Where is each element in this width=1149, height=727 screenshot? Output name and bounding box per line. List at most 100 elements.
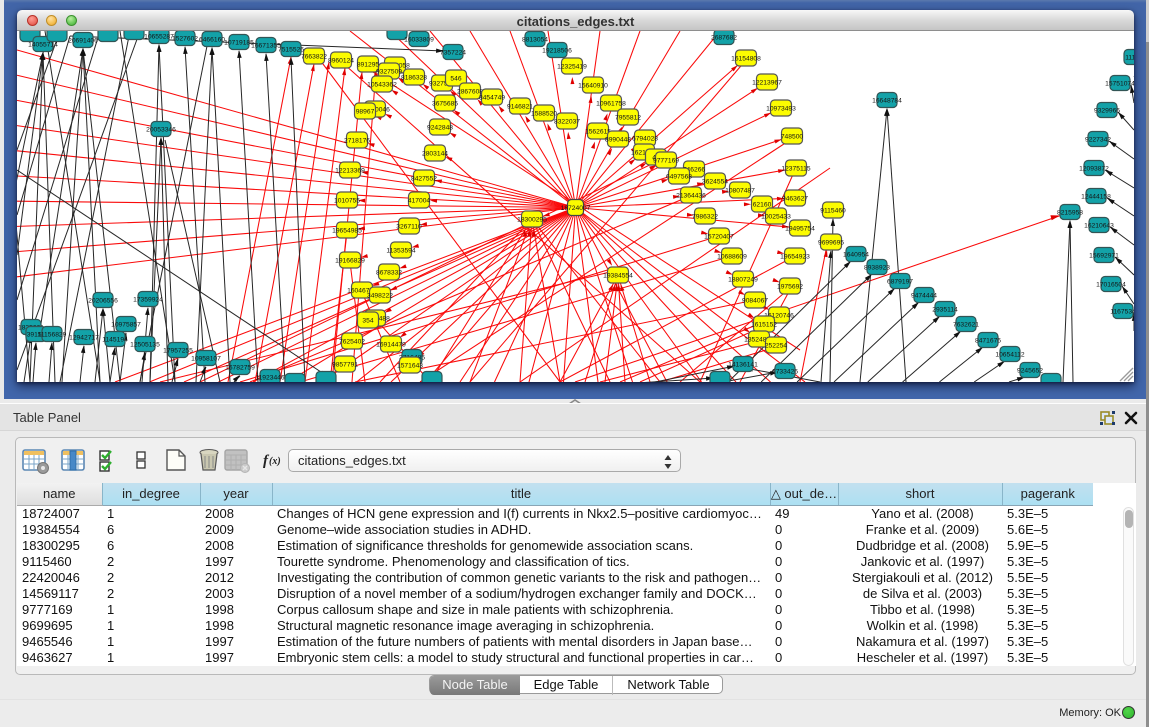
svg-text:14136141: 14136141 <box>728 361 758 368</box>
svg-text:10975857: 10975857 <box>111 321 141 328</box>
svg-text:9227342: 9227342 <box>1085 136 1111 143</box>
svg-text:1640954: 1640954 <box>843 251 869 258</box>
svg-text:1571643: 1571643 <box>397 362 423 369</box>
svg-text:1145194: 1145194 <box>102 336 128 343</box>
svg-text:7625402: 7625402 <box>339 338 365 345</box>
svg-text:9327509: 9327509 <box>376 68 402 75</box>
svg-text:1167534: 1167534 <box>1110 308 1134 315</box>
svg-text:7515526: 7515526 <box>278 46 304 53</box>
svg-text:10543362: 10543362 <box>367 81 397 88</box>
svg-text:16914479: 16914479 <box>376 341 406 348</box>
svg-text:11121: 11121 <box>1125 54 1134 61</box>
svg-text:12325419: 12325419 <box>557 63 587 70</box>
svg-text:3624554: 3624554 <box>702 178 728 185</box>
svg-text:10973493: 10973493 <box>766 105 796 112</box>
svg-text:20053346: 20053346 <box>146 126 176 133</box>
svg-text:6794028: 6794028 <box>632 135 658 142</box>
svg-text:20691406: 20691406 <box>68 37 98 44</box>
svg-text:16671355: 16671355 <box>251 42 281 49</box>
svg-text:8678332: 8678332 <box>376 269 402 276</box>
svg-text:14055714: 14055714 <box>28 41 58 48</box>
svg-text:21364436: 21364436 <box>676 192 706 199</box>
svg-text:19384554: 19384554 <box>603 272 633 279</box>
svg-text:15751074: 15751074 <box>1105 80 1134 87</box>
svg-text:9245652: 9245652 <box>1017 367 1043 374</box>
svg-text:(x): (x) <box>269 456 281 467</box>
svg-text:20206556: 20206556 <box>88 297 118 304</box>
svg-text:3267110: 3267110 <box>396 223 422 230</box>
svg-text:9329966: 9329966 <box>1094 107 1120 114</box>
svg-text:2935114: 2935114 <box>932 306 958 313</box>
svg-text:891295: 891295 <box>357 61 380 68</box>
svg-text:17359924: 17359924 <box>133 296 163 303</box>
svg-text:6879197: 6879197 <box>887 278 913 285</box>
svg-text:12505135: 12505135 <box>130 341 160 348</box>
svg-text:18300295: 18300295 <box>517 216 547 223</box>
svg-text:7955812: 7955812 <box>615 114 641 121</box>
svg-text:3675685: 3675685 <box>432 100 458 107</box>
svg-text:9463627: 9463627 <box>782 195 808 202</box>
svg-text:354: 354 <box>362 317 373 324</box>
svg-text:7663822: 7663822 <box>301 53 327 60</box>
svg-text:19654923: 19654923 <box>780 253 810 260</box>
svg-text:3498222: 3498222 <box>367 292 393 299</box>
svg-text:12942717: 12942717 <box>69 334 99 341</box>
svg-text:8938923: 8938923 <box>864 264 890 271</box>
svg-text:10961758: 10961758 <box>596 100 626 107</box>
svg-text:16648784: 16648784 <box>872 97 902 104</box>
svg-text:8454749: 8454749 <box>479 94 505 101</box>
svg-text:9084067: 9084067 <box>742 297 768 304</box>
svg-text:8471676: 8471676 <box>975 337 1001 344</box>
svg-text:9115460: 9115460 <box>820 207 846 214</box>
svg-text:9474444: 9474444 <box>911 292 937 299</box>
svg-text:7986322: 7986322 <box>692 213 718 220</box>
svg-text:16154808: 16154808 <box>731 55 761 62</box>
svg-text:10025433: 10025433 <box>761 213 791 220</box>
svg-text:1588520: 1588520 <box>531 110 557 117</box>
svg-text:7632621: 7632621 <box>953 321 979 328</box>
svg-text:15692971: 15692971 <box>1089 252 1119 259</box>
svg-text:11353594: 11353594 <box>386 247 416 254</box>
svg-text:18724007: 18724007 <box>561 205 591 212</box>
svg-text:98967: 98967 <box>356 108 375 115</box>
svg-text:62160: 62160 <box>753 201 772 208</box>
svg-text:19218506: 19218506 <box>542 47 572 54</box>
svg-text:10654112: 10654112 <box>995 351 1025 358</box>
svg-text:9242848: 9242848 <box>427 124 453 131</box>
svg-text:1975692: 1975692 <box>777 283 803 290</box>
svg-text:8813054: 8813054 <box>522 36 548 43</box>
svg-text:8427552: 8427552 <box>411 175 437 182</box>
svg-text:15720407: 15720407 <box>704 233 734 240</box>
svg-text:6466160: 6466160 <box>199 36 225 43</box>
svg-text:748500: 748500 <box>781 133 804 140</box>
svg-text:9146821: 9146821 <box>507 103 533 110</box>
svg-text:11156829: 11156829 <box>38 331 67 338</box>
svg-text:17957255: 17957255 <box>163 347 193 354</box>
svg-text:12375115: 12375115 <box>781 165 811 172</box>
svg-text:19166829: 19166829 <box>335 257 365 264</box>
svg-text:7357224: 7357224 <box>440 49 466 56</box>
svg-text:6497568: 6497568 <box>666 173 692 180</box>
svg-text:1733426: 1733426 <box>772 368 798 375</box>
svg-text:16782759: 16782759 <box>225 364 255 371</box>
svg-text:15640910: 15640910 <box>578 82 608 89</box>
svg-text:12213967: 12213967 <box>752 79 782 86</box>
svg-text:1527602: 1527602 <box>172 35 198 42</box>
svg-text:18807249: 18807249 <box>728 276 758 283</box>
svg-text:9777169: 9777169 <box>653 157 679 164</box>
svg-text:1615152: 1615152 <box>751 321 777 328</box>
svg-text:16210643: 16210643 <box>1084 222 1114 229</box>
svg-text:10958107: 10958107 <box>191 355 221 362</box>
svg-text:546: 546 <box>450 75 461 82</box>
svg-text:10688609: 10688609 <box>717 253 747 260</box>
svg-text:10719185: 10719185 <box>224 39 254 46</box>
svg-text:17016504: 17016504 <box>1096 281 1126 288</box>
svg-text:8960124: 8960124 <box>328 57 354 64</box>
svg-text:252254: 252254 <box>765 342 788 349</box>
svg-text:2803144: 2803144 <box>422 150 448 157</box>
svg-text:8322037: 8322037 <box>554 118 580 125</box>
svg-text:1010755: 1010755 <box>334 197 360 204</box>
svg-text:12093872: 12093872 <box>1079 165 1109 172</box>
svg-text:2718176: 2718176 <box>344 137 370 144</box>
svg-text:2687682: 2687682 <box>711 34 737 41</box>
